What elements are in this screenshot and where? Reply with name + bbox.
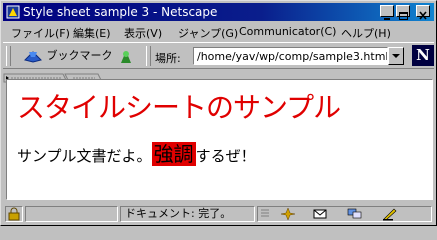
bookmarks-label: ブックマーク [46, 49, 113, 62]
mail-icon[interactable] [313, 208, 329, 220]
emphasis-text: 強調 [151, 142, 196, 166]
netscape-logo[interactable]: N [412, 45, 434, 66]
window-title: Style sheet sample 3 - Netscape [23, 5, 218, 19]
composer-icon[interactable] [382, 207, 398, 221]
progress-box [25, 206, 118, 222]
lock-icon [8, 207, 20, 221]
minimize-icon [384, 18, 390, 20]
bookmarks-button[interactable]: ブックマーク [23, 46, 113, 66]
menu-help[interactable]: ヘルプ(H) [341, 25, 391, 41]
browser-window: Style sheet sample 3 - Netscape ファイル(F) … [0, 0, 437, 226]
chevron-down-icon [392, 54, 400, 58]
toolbar-grip[interactable] [6, 46, 11, 66]
menu-bar: ファイル(F) 編集(E) 表示(V) ジャンプ(G) Communicator… [3, 22, 434, 41]
security-lock-box[interactable] [5, 206, 23, 222]
location-field[interactable] [193, 47, 388, 65]
menu-communicator[interactable]: Communicator(C) [239, 25, 336, 38]
menu-file[interactable]: ファイル(F) [11, 25, 70, 41]
paragraph-text-before: サンプル文書だよ。 [17, 147, 152, 165]
status-text: ドキュメント: 完了。 [125, 207, 232, 220]
page-heading: スタイルシートのサンプル [17, 91, 341, 124]
maximize-icon [399, 12, 408, 20]
close-button[interactable] [416, 5, 430, 20]
menu-view[interactable]: 表示(V) [124, 25, 162, 41]
maximize-button[interactable] [396, 5, 410, 20]
discussion-icon[interactable] [347, 208, 363, 220]
menu-edit[interactable]: 編集(E) [73, 25, 111, 41]
navigator-icon[interactable] [280, 207, 296, 221]
title-bar[interactable]: Style sheet sample 3 - Netscape [3, 3, 434, 21]
bookmarks-icon [24, 51, 42, 63]
page-proxy-icon[interactable] [117, 47, 135, 65]
component-grip-icon[interactable] [260, 208, 270, 220]
location-dropdown-button[interactable] [388, 47, 404, 65]
toolbar-grip-2[interactable] [146, 46, 151, 66]
page-content[interactable]: スタイルシートのサンプル サンプル文書だよ。 強調 するぜ！ [6, 79, 433, 200]
status-bar: ドキュメント: 完了。 [3, 204, 434, 224]
minimize-button[interactable] [380, 5, 394, 20]
netscape-app-icon[interactable] [6, 5, 20, 19]
paragraph-text-after: するぜ！ [195, 147, 256, 165]
toolbar-tabs [3, 68, 434, 83]
component-bar [257, 206, 432, 222]
status-text-box: ドキュメント: 完了。 [120, 206, 255, 222]
location-label: 場所: [155, 52, 181, 65]
location-toolbar: ブックマーク 場所: N [3, 42, 434, 69]
close-icon [419, 11, 427, 20]
page-paragraph: サンプル文書だよ。 強調 するぜ！ [17, 138, 256, 167]
menu-go[interactable]: ジャンプ(G) [178, 25, 238, 41]
